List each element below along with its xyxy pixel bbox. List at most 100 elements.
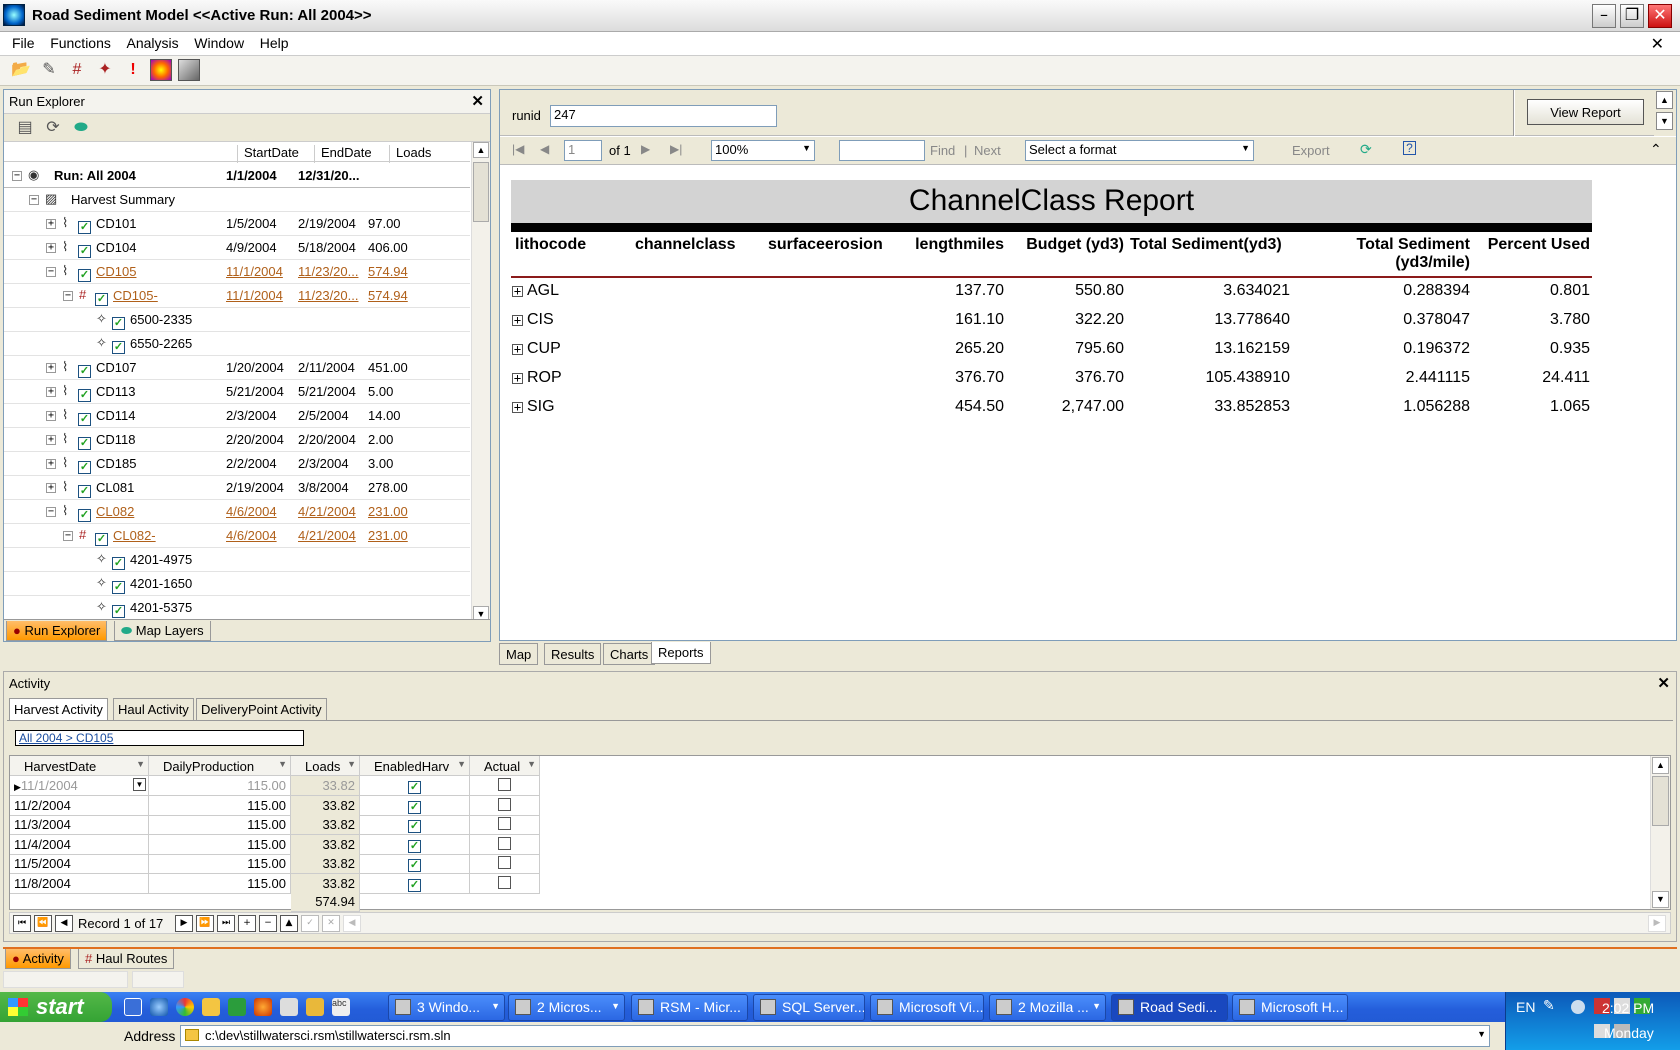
column-loads[interactable]: Loads ▼ xyxy=(291,756,360,776)
taskbar-app-button[interactable]: Microsoft H... xyxy=(1232,994,1348,1021)
cell-actual[interactable] xyxy=(470,776,540,796)
expand-toggle-icon[interactable]: + xyxy=(46,243,56,253)
app-icon[interactable] xyxy=(280,998,298,1016)
properties-icon[interactable]: ▤ xyxy=(14,117,36,139)
cell-enabledharv[interactable]: ✓ xyxy=(360,834,470,855)
tab-run-explorer[interactable]: ● Run Explorer xyxy=(6,621,108,641)
expand-toggle-icon[interactable]: + xyxy=(46,435,56,445)
column-enddate[interactable]: EndDate xyxy=(314,145,389,163)
expand-toggle-icon[interactable]: + xyxy=(46,411,56,421)
expand-toggle-icon[interactable]: + xyxy=(46,459,56,469)
scroll-right-icon[interactable]: ▶ xyxy=(1648,915,1666,932)
tree-row[interactable]: − ▨ Harvest Summary xyxy=(4,188,470,212)
expand-toggle-icon[interactable]: − xyxy=(63,531,73,541)
cancel-record-icon[interactable]: ✕ xyxy=(322,915,340,932)
chevron-up-icon[interactable]: ▲ xyxy=(1656,91,1673,109)
enabled-checkbox[interactable]: ✓ xyxy=(408,781,421,794)
expand-toggle-icon[interactable]: + xyxy=(46,363,56,373)
column-harvestdate[interactable]: HarvestDate ▼ xyxy=(10,756,149,776)
cell-enabledharv[interactable]: ✓ xyxy=(360,854,470,874)
prev-page-icon[interactable]: ◀ xyxy=(540,142,549,156)
pen-icon[interactable]: ✎ xyxy=(1543,997,1555,1014)
language-indicator[interactable]: EN xyxy=(1516,999,1535,1015)
taskbar-app-button[interactable]: 2 Micros... ▼ xyxy=(508,994,625,1021)
taskbar-app-button[interactable]: SQL Server... xyxy=(753,994,865,1021)
tree-row[interactable]: ✧ ✓ 6500-2335 xyxy=(4,308,470,332)
tree-row[interactable]: ✧ ✓ 4201-4975 xyxy=(4,548,470,572)
ie-icon[interactable] xyxy=(150,998,168,1016)
taskbar-app-button[interactable]: 3 Windo... ▼ xyxy=(388,994,505,1021)
actual-checkbox[interactable] xyxy=(498,875,511,889)
param-scroll[interactable]: ▲ ▼ xyxy=(1654,90,1676,136)
page-number-input[interactable]: 1 xyxy=(564,140,602,161)
refresh-icon[interactable]: ⟳ xyxy=(1360,141,1372,158)
maximize-button[interactable]: ❐ xyxy=(1620,4,1644,28)
breadcrumb[interactable]: All 2004 > CD105 xyxy=(15,730,304,746)
taskbar-app-button[interactable]: 2 Mozilla ... ▼ xyxy=(989,994,1106,1021)
move-up-icon[interactable]: ▲ xyxy=(280,915,298,932)
tab-reports[interactable]: Reports xyxy=(651,642,711,664)
help-icon[interactable]: ? xyxy=(1403,141,1416,155)
filter-dropdown-icon[interactable]: ▼ xyxy=(347,759,356,769)
expand-toggle-icon[interactable]: + xyxy=(46,219,56,229)
column-dailyproduction[interactable]: DailyProduction ▼ xyxy=(149,756,291,776)
menu-window[interactable]: Window xyxy=(194,32,244,51)
runid-input[interactable]: 247 xyxy=(550,105,777,127)
image-icon[interactable] xyxy=(178,59,200,81)
refresh-icon[interactable]: ⟳ xyxy=(42,117,64,139)
taskbar-app-button[interactable]: Microsoft Vi... xyxy=(870,994,984,1021)
next-record-icon[interactable]: ▶ xyxy=(175,915,193,932)
cell-dailyproduction[interactable]: 115.00 xyxy=(149,854,291,874)
cell-actual[interactable] xyxy=(470,815,540,835)
tree-row[interactable]: + ⌇ ✓ CD118 2/20/2004 2/20/2004 2.00 xyxy=(4,428,470,452)
actual-checkbox[interactable] xyxy=(498,778,511,791)
tree-row[interactable]: + ⌇ ✓ CD113 5/21/2004 5/21/2004 5.00 xyxy=(4,380,470,404)
cell-actual[interactable] xyxy=(470,834,540,855)
tab-activity[interactable]: ● Activity xyxy=(5,949,71,969)
column-startdate[interactable]: StartDate xyxy=(237,145,313,163)
tab-map-layers[interactable]: ⬬ Map Layers xyxy=(114,621,211,641)
tree-row[interactable]: ✧ ✓ 4201-5375 xyxy=(4,596,470,620)
expand-toggle-icon[interactable]: − xyxy=(63,291,73,301)
grid-icon[interactable]: # xyxy=(66,59,88,81)
pencil-icon[interactable] xyxy=(306,998,324,1016)
cell-harvestdate[interactable]: 11/3/2004 xyxy=(10,815,149,835)
expand-toggle-icon[interactable]: − xyxy=(12,171,22,181)
zoom-select[interactable]: 100% ▼ xyxy=(711,140,815,161)
cell-harvestdate[interactable]: 11/4/2004 xyxy=(10,834,149,855)
column-enabledharv[interactable]: EnabledHarv ▼ xyxy=(360,756,470,776)
enabled-checkbox[interactable]: ✓ xyxy=(408,878,421,892)
tab-deliverypoint-activity[interactable]: DeliveryPoint Activity xyxy=(196,698,327,720)
enabled-checkbox[interactable]: ✓ xyxy=(408,820,421,833)
chevron-down-icon[interactable]: ▼ xyxy=(1656,112,1673,130)
mdi-close-icon[interactable]: ✕ xyxy=(1651,34,1664,54)
add-record-icon[interactable]: + xyxy=(238,915,256,932)
export-link[interactable]: Export xyxy=(1292,143,1330,158)
cell-actual[interactable] xyxy=(470,795,540,816)
tree-row[interactable]: − ⌇ ✓ CD105 11/1/2004 11/23/20... 574.94 xyxy=(4,260,470,284)
tree-row[interactable]: − ⌇ ✓ CL082 4/6/2004 4/21/2004 231.00 xyxy=(4,500,470,524)
filter-dropdown-icon[interactable]: ▼ xyxy=(527,759,536,769)
tab-results[interactable]: Results xyxy=(544,643,602,665)
taskbar-app-button[interactable]: RSM - Micr... xyxy=(631,994,748,1021)
expand-toggle-icon[interactable]: − xyxy=(46,507,56,517)
cell-actual[interactable] xyxy=(470,873,540,894)
scroll-up-icon[interactable]: ▲ xyxy=(473,142,489,158)
scroll-down-icon[interactable]: ▼ xyxy=(1652,891,1669,908)
cell-enabledharv[interactable]: ✓ xyxy=(360,776,470,796)
address-input[interactable]: c:\dev\stillwatersci.rsm\stillwatersci.r… xyxy=(180,1025,1490,1047)
filter-dropdown-icon[interactable]: ▼ xyxy=(457,759,466,769)
tree-row[interactable]: ✧ ✓ 6550-2265 xyxy=(4,332,470,356)
app-icon[interactable] xyxy=(228,998,246,1016)
tree-row[interactable]: + ⌇ ✓ CD104 4/9/2004 5/18/2004 406.00 xyxy=(4,236,470,260)
scroll-up-icon[interactable]: ▲ xyxy=(1652,757,1669,774)
star-icon[interactable]: ✦ xyxy=(94,59,116,81)
alert-icon[interactable]: ! xyxy=(122,59,144,81)
tree-row[interactable]: + ⌇ ✓ CD185 2/2/2004 2/3/2004 3.00 xyxy=(4,452,470,476)
desktop-icon[interactable] xyxy=(124,998,142,1016)
last-page-icon[interactable]: ▶| xyxy=(670,142,682,156)
expand-row-icon[interactable]: + xyxy=(512,401,523,413)
tab-map[interactable]: Map xyxy=(499,643,539,665)
start-button[interactable]: start xyxy=(0,992,112,1022)
minimize-button[interactable]: – xyxy=(1592,4,1616,28)
